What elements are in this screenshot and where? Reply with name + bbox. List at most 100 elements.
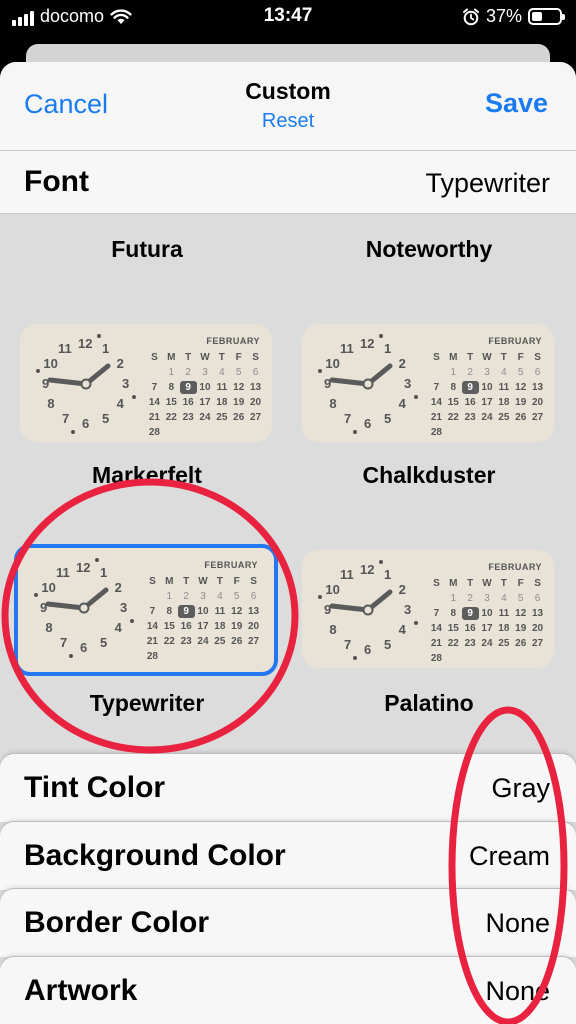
calendar-day: 17 <box>199 397 211 408</box>
calendar-day: 9 <box>179 381 197 394</box>
calendar-day: 10 <box>199 382 211 393</box>
calendar-day: 22 <box>447 638 459 649</box>
calendar: FEBRUARY S M T W T F S 1 2 3 4 5 6 7 8 9 10 11 12 13 14 15 16 17… <box>146 336 264 438</box>
background-color-label: Background Color <box>24 839 286 872</box>
calendar-day: 1 <box>450 367 457 378</box>
font-option-noteworthy-label[interactable]: Noteworthy <box>285 236 573 263</box>
calendar-day: 16 <box>464 623 476 634</box>
font-option-chalkduster-preview[interactable]: 12 1 2 3 4 5 6 7 8 9 10 11 FEBRUARY S M T W T F S 1 2 3 4 5 6 7 8 9 1… <box>302 324 554 442</box>
calendar-day: 18 <box>498 397 510 408</box>
calendar-day: 22 <box>163 636 175 647</box>
clock-face: 12 1 2 3 4 5 6 7 8 9 10 11 <box>32 556 136 660</box>
calendar-weekday: T <box>467 578 474 589</box>
calendar-day: 18 <box>498 623 510 634</box>
calendar-day: 23 <box>464 412 476 423</box>
tint-color-label: Tint Color <box>24 771 166 804</box>
calendar-day: 3 <box>202 367 208 378</box>
calendar-day: 6 <box>534 593 541 604</box>
calendar-day: 26 <box>231 636 243 647</box>
calendar-day: 14 <box>146 621 158 632</box>
calendar-day: 11 <box>498 608 510 619</box>
font-setting-value: Typewriter <box>425 168 550 198</box>
calendar-weekday: F <box>517 578 524 589</box>
calendar-day: 25 <box>498 638 510 649</box>
calendar-day: 24 <box>481 412 493 423</box>
custom-sheet: Cancel Custom Reset Save Font Typewriter… <box>0 62 576 1024</box>
font-option-markerfelt-label[interactable]: Markerfelt <box>3 462 291 489</box>
calendar-grid: S M T W T F S 1 2 3 4 5 6 7 8 9 10 11 12 13 14 15 16 17 18 19 20 21… <box>428 577 546 665</box>
font-option-typewriter-preview[interactable]: 12 1 2 3 4 5 6 7 8 9 10 11 FEBRUARY S M T W T F S 1 2 3 4 5 6 7 8 9 1… <box>14 544 278 676</box>
font-option-palatino-preview[interactable]: 12 1 2 3 4 5 6 7 8 9 10 11 FEBRUARY S M T W T F S 1 2 3 4 5 6 7 8 9 1… <box>302 550 554 668</box>
calendar-day: 24 <box>199 412 211 423</box>
calendar-weekday: S <box>433 352 440 363</box>
font-option-typewriter-label[interactable]: Typewriter <box>3 690 291 717</box>
calendar-day <box>428 592 445 605</box>
calendar-day: 9 <box>177 605 195 618</box>
calendar-weekday: W <box>200 352 210 363</box>
calendar-day: 15 <box>165 397 177 408</box>
calendar-weekday: W <box>198 576 208 587</box>
calendar-day: 28 <box>430 427 442 438</box>
calendar-month: FEBRUARY <box>204 560 258 570</box>
calendar-day: 13 <box>532 382 544 393</box>
calendar-day: 10 <box>197 606 209 617</box>
calendar-day: 1 <box>450 593 457 604</box>
calendar-day: 11 <box>214 606 226 617</box>
calendar-day: 19 <box>515 397 527 408</box>
font-option-chalkduster-label[interactable]: Chalkduster <box>285 462 573 489</box>
calendar-weekday: S <box>250 576 257 587</box>
calendar-month: FEBRUARY <box>488 336 542 346</box>
font-setting-row[interactable]: Font Typewriter <box>0 150 576 214</box>
calendar-day: 24 <box>197 636 209 647</box>
calendar-day: 21 <box>430 412 442 423</box>
calendar-day: 21 <box>148 412 160 423</box>
calendar-day: 27 <box>532 412 544 423</box>
calendar-day: 4 <box>501 593 507 604</box>
calendar-day: 26 <box>233 412 245 423</box>
calendar-day: 11 <box>498 382 510 393</box>
border-color-row[interactable]: Border Color None <box>0 889 576 957</box>
calendar-day: 6 <box>250 591 257 602</box>
clock-face: 12 1 2 3 4 5 6 7 8 9 10 11 <box>316 332 420 436</box>
calendar-weekday: F <box>235 352 242 363</box>
calendar-day: 20 <box>250 397 262 408</box>
font-option-markerfelt-preview[interactable]: 12 1 2 3 4 5 6 7 8 9 10 11 FEBRUARY S M T W T F S 1 2 3 4 5 6 7 8 9 1… <box>20 324 272 442</box>
calendar-day: 20 <box>248 621 260 632</box>
artwork-row[interactable]: Artwork None <box>0 957 576 1024</box>
calendar: FEBRUARY S M T W T F S 1 2 3 4 5 6 7 8 9 10 11 12 13 14 15 16 17… <box>428 336 546 438</box>
calendar-day: 28 <box>430 653 442 664</box>
calendar-day: 27 <box>250 412 262 423</box>
calendar-day: 7 <box>433 608 440 619</box>
font-option-futura-label[interactable]: Futura <box>3 236 291 263</box>
calendar-day: 7 <box>151 382 158 393</box>
calendar-day: 6 <box>252 367 259 378</box>
calendar-day: 20 <box>532 623 544 634</box>
font-setting-label: Font <box>24 165 89 198</box>
background-color-row[interactable]: Background Color Cream <box>0 822 576 890</box>
calendar-day: 25 <box>214 636 226 647</box>
calendar-weekday: T <box>467 352 474 363</box>
calendar-day: 14 <box>430 623 442 634</box>
calendar-day: 2 <box>183 591 189 602</box>
calendar-grid: S M T W T F S 1 2 3 4 5 6 7 8 9 10 11 12 13 14 15 16 17 18 19 20 21… <box>144 575 262 663</box>
alarm-icon <box>462 8 479 25</box>
calendar-day: 21 <box>430 638 442 649</box>
calendar-day: 23 <box>180 636 192 647</box>
calendar-day: 5 <box>235 367 242 378</box>
calendar-weekday: F <box>233 576 240 587</box>
calendar-day: 8 <box>450 382 457 393</box>
calendar-day: 3 <box>484 593 490 604</box>
calendar-day: 18 <box>214 621 226 632</box>
clock-hands <box>329 363 393 390</box>
calendar-weekday: S <box>534 352 541 363</box>
calendar-month: FEBRUARY <box>206 336 260 346</box>
clock-face: 12 1 2 3 4 5 6 7 8 9 10 11 <box>34 332 138 436</box>
save-button[interactable]: Save <box>485 88 548 119</box>
calendar-day: 10 <box>481 608 493 619</box>
font-option-palatino-label[interactable]: Palatino <box>285 690 573 717</box>
tint-color-row[interactable]: Tint Color Gray <box>0 754 576 822</box>
calendar-day: 2 <box>185 367 191 378</box>
calendar-day: 25 <box>216 412 228 423</box>
calendar-weekday: S <box>433 578 440 589</box>
calendar-day: 16 <box>182 397 194 408</box>
